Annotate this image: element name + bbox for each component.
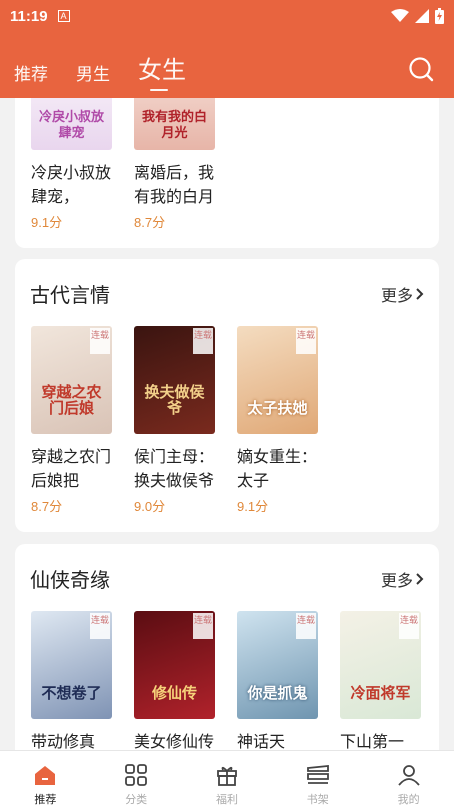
bookshelf-icon	[306, 765, 329, 784]
book-title: 下山第一	[340, 734, 405, 750]
book-cover: 连载 修仙传	[134, 611, 215, 719]
book-cover: 连载 冷面将军	[340, 611, 421, 719]
cover-title: 我有我的白月光	[141, 110, 207, 141]
tab-female[interactable]: 女生	[138, 50, 186, 91]
book-list: 冷戾小叔放肆宠 冷戾小叔放肆宠， 9.1分 我有我的白月光 离婚后，我有我的白月…	[31, 98, 215, 231]
cover-title: 你是抓鬼	[247, 684, 308, 702]
book-title: 带动修真	[31, 734, 96, 750]
serial-tag: 连载	[193, 613, 213, 639]
serial-tag: 连载	[296, 613, 316, 639]
more-label: 更多	[380, 572, 413, 590]
more-button[interactable]: 更多	[381, 567, 424, 591]
serial-tag: 连载	[399, 613, 419, 639]
section-card-partial: 冷戾小叔放肆宠 冷戾小叔放肆宠， 9.1分 我有我的白月光 离婚后，我有我的白月…	[15, 98, 439, 248]
signal-icon	[415, 9, 429, 23]
cover-title: 冷戾小叔放肆宠	[38, 110, 104, 141]
book-cover: 连载 换夫做侯爷	[134, 326, 215, 434]
status-bar: 11:19 A	[0, 0, 454, 32]
book-cover: 连载 穿越之农门后娘	[31, 326, 112, 434]
book-title: 嫡女重生：太子	[237, 449, 318, 490]
book-title: 神话天	[237, 734, 286, 750]
section-header: 仙侠奇缘 更多	[30, 564, 424, 593]
nav-label: 推荐	[34, 794, 57, 806]
status-a-badge: A	[57, 10, 70, 22]
book-item[interactable]: 连载 太子扶她 嫡女重生：太子 9.1分	[237, 326, 318, 515]
more-button[interactable]: 更多	[381, 282, 424, 306]
tab-recommend[interactable]: 推荐	[14, 60, 48, 91]
grid-icon	[125, 764, 148, 786]
book-score: 8.7分	[31, 499, 63, 514]
book-title: 冷戾小叔放肆宠，	[31, 165, 112, 206]
book-item[interactable]: 连载 换夫做侯爷 侯门主母：换夫做侯爷 9.0分	[134, 326, 215, 515]
cover-title: 太子扶她	[247, 399, 308, 417]
book-item[interactable]: 连载 穿越之农门后娘 穿越之农门后娘把 8.7分	[31, 326, 112, 515]
book-score: 9.1分	[31, 215, 63, 230]
book-item[interactable]: 连载 修仙传 美女修仙传	[134, 611, 215, 750]
nav-label: 书架	[306, 794, 329, 806]
search-icon[interactable]	[408, 56, 434, 82]
gift-icon	[217, 766, 237, 786]
nav-mine[interactable]: 我的	[363, 751, 454, 808]
home-icon	[35, 766, 56, 785]
book-list: 连载 不想卷了 带动修真 连载 修仙传 美女修仙传 连载 你是抓鬼 神话天 连载…	[31, 611, 421, 750]
cover-title: 换夫做侯爷	[144, 383, 205, 417]
status-time: 11:19	[10, 7, 48, 25]
book-title: 侯门主母：换夫做侯爷	[134, 449, 215, 490]
user-icon	[397, 765, 420, 786]
nav-label: 我的	[397, 794, 420, 806]
serial-tag: 连载	[296, 328, 316, 354]
book-score: 9.0分	[134, 499, 166, 514]
nav-bookshelf[interactable]: 书架	[272, 751, 363, 808]
chevron-right-icon	[416, 287, 424, 300]
tab-male[interactable]: 男生	[76, 60, 110, 91]
content-scroll[interactable]: 冷戾小叔放肆宠 冷戾小叔放肆宠， 9.1分 我有我的白月光 离婚后，我有我的白月…	[0, 98, 454, 750]
book-title: 穿越之农门后娘把	[31, 449, 112, 490]
nav-welfare[interactable]: 福利	[182, 751, 273, 808]
book-title: 美女修仙传	[134, 734, 215, 750]
book-item[interactable]: 冷戾小叔放肆宠 冷戾小叔放肆宠， 9.1分	[31, 98, 112, 231]
book-score: 8.7分	[134, 215, 166, 230]
section-title: 古代言情	[30, 285, 110, 307]
book-cover: 我有我的白月光	[134, 98, 215, 150]
wifi-icon	[391, 9, 409, 22]
book-cover: 冷戾小叔放肆宠	[31, 98, 112, 150]
cover-title: 不想卷了	[41, 684, 102, 702]
section-header: 古代言情 更多	[30, 279, 424, 308]
top-tabs: 推荐 男生 女生	[14, 50, 214, 91]
book-item[interactable]: 我有我的白月光 离婚后，我有我的白月 8.7分	[134, 98, 215, 231]
section-card-xianxia: 仙侠奇缘 更多 连载 不想卷了 带动修真 连载 修仙传 美女修仙传 连载 你是抓…	[15, 544, 439, 750]
status-icons	[391, 8, 444, 24]
book-cover: 连载 你是抓鬼	[237, 611, 318, 719]
book-item[interactable]: 连载 不想卷了 带动修真	[31, 611, 112, 750]
book-item[interactable]: 连载 你是抓鬼 神话天	[237, 611, 318, 750]
cover-title: 修仙传	[151, 684, 197, 702]
nav-label: 福利	[215, 794, 238, 806]
battery-icon	[435, 8, 444, 24]
nav-label: 分类	[125, 794, 148, 806]
book-title: 离婚后，我有我的白月	[134, 165, 215, 206]
section-title: 仙侠奇缘	[30, 570, 110, 592]
more-label: 更多	[380, 287, 413, 305]
serial-tag: 连载	[193, 328, 213, 354]
serial-tag: 连载	[90, 328, 110, 354]
bottom-nav: 推荐 分类 福利 书架 我的	[0, 750, 454, 808]
nav-recommend[interactable]: 推荐	[0, 751, 91, 808]
top-bar: 11:19 A 推荐 男生 女生	[0, 0, 454, 98]
cover-title: 穿越之农门后娘	[41, 383, 102, 417]
section-card-ancient-romance: 古代言情 更多 连载 穿越之农门后娘 穿越之农门后娘把 8.7分 连载 换夫做侯…	[15, 259, 439, 532]
book-list: 连载 穿越之农门后娘 穿越之农门后娘把 8.7分 连载 换夫做侯爷 侯门主母：换…	[31, 326, 318, 515]
serial-tag: 连载	[90, 613, 110, 639]
book-cover: 连载 太子扶她	[237, 326, 318, 434]
book-score: 9.1分	[237, 499, 269, 514]
chevron-right-icon	[416, 572, 424, 585]
book-cover: 连载 不想卷了	[31, 611, 112, 719]
cover-title: 冷面将军	[350, 684, 411, 702]
nav-category[interactable]: 分类	[91, 751, 182, 808]
book-item[interactable]: 连载 冷面将军 下山第一	[340, 611, 421, 750]
